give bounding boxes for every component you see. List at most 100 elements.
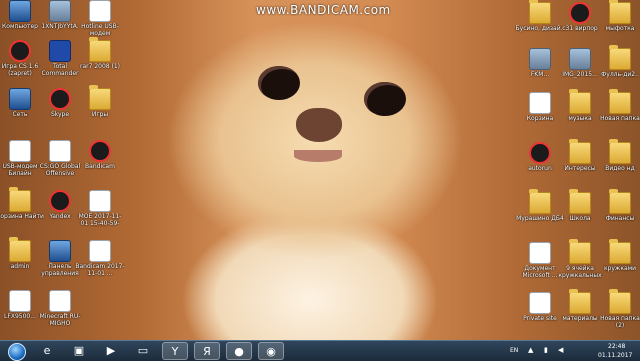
video-file-icon <box>89 190 111 212</box>
bandicam-record-icon: ● <box>234 345 244 358</box>
start-button[interactable] <box>4 342 30 361</box>
document-icon <box>529 242 551 264</box>
desktop-icon-label: Новая папка <box>600 115 640 122</box>
clock-date[interactable]: 01.11.2017 <box>598 352 632 359</box>
yandex-icon: Я <box>203 345 211 358</box>
folder-icon <box>569 139 591 164</box>
tray-arrow-icon[interactable]: ▲ <box>528 346 533 354</box>
skype-icon <box>49 88 71 110</box>
desktop-icon-video2[interactable]: Bandicam 2017-11-01 ... <box>75 240 125 284</box>
taskbar-bandicam-button[interactable]: ● <box>226 342 252 360</box>
counter-strike-icon: ◉ <box>266 345 276 358</box>
desktop-icon-label: Финансы <box>605 215 635 222</box>
desktop-icon-games-folder[interactable]: Игры <box>75 85 125 132</box>
taskbar-yandex2-button[interactable]: Я <box>194 342 220 360</box>
desktop-icon-label: мыфотка <box>605 25 635 32</box>
taskbar: e ▣ ▶ ▭ Y Я ● ◉ EN ▲ ▮ ◀ 22:48 01.11.2017 <box>0 340 640 361</box>
desktop-icon-r-folder1[interactable]: Фулль-ди2.. <box>595 45 640 92</box>
network-icon <box>9 88 31 110</box>
dog-right-eye <box>364 82 406 116</box>
desktop-icon-r-folder8[interactable]: кружками <box>595 239 640 286</box>
network-tray-icon[interactable]: ▮ <box>544 346 548 354</box>
taskbar-cs-button[interactable]: ◉ <box>258 342 284 360</box>
computer-icon <box>9 0 31 22</box>
taskbar-media-button[interactable]: ▶ <box>98 342 124 360</box>
taskbar-explorer-button[interactable]: ▣ <box>66 342 92 360</box>
counter-strike-icon <box>9 40 31 62</box>
folder-icon <box>569 289 591 314</box>
image-file-icon <box>49 0 71 22</box>
recycle-bin-icon <box>529 92 551 114</box>
language-indicator[interactable]: EN <box>510 347 518 354</box>
video-file-icon <box>89 240 111 262</box>
desktop-icon-minecraft[interactable]: Minecraft RU-MIGHO <box>35 290 85 334</box>
desktop-icon-label: Bandicam 2017-11-01 ... <box>75 263 125 277</box>
floppy-disk-icon <box>49 40 71 62</box>
desktop-icon-video1[interactable]: МОЁ 2017-11-01 15-40-59-869 <box>75 190 125 234</box>
csgo-icon <box>49 140 71 162</box>
folder-icon <box>529 0 551 24</box>
folder-icon <box>9 187 31 212</box>
desktop-icon-label: rar7 2008 (1) <box>79 63 120 70</box>
folder-icon <box>609 89 631 114</box>
folder-icon <box>569 189 591 214</box>
channel-four-icon <box>529 142 551 164</box>
system-tray: EN ▲ ▮ ◀ 22:48 01.11.2017 <box>500 341 640 361</box>
image-file-icon <box>529 48 551 70</box>
media-player-icon: ▶ <box>106 344 116 357</box>
desktop-icon-rar[interactable]: rar7 2008 (1) <box>75 37 125 84</box>
desktop-icon-r-folder6[interactable]: Финансы <box>595 189 640 236</box>
desktop-icon-label: Новая папка (2) <box>600 315 640 329</box>
dog-mouth <box>294 150 342 162</box>
folder-icon <box>609 45 631 70</box>
dog-left-eye <box>258 66 300 100</box>
desktop-icon-bandicam[interactable]: Bandicam <box>75 140 125 184</box>
desktop-icon-label: Игры <box>91 111 109 118</box>
desktop-icon-label: кружками <box>603 265 637 272</box>
file-explorer-icon: ▣ <box>73 344 85 357</box>
desktop-icon-label: МОЁ 2017-11-01 15-40-59-869 <box>78 213 122 227</box>
yandex-browser-icon: Y <box>171 345 179 358</box>
folder-icon: ▭ <box>137 344 149 357</box>
desktop-icon-label: Minecraft RU-MIGHO <box>39 313 81 327</box>
folder-icon <box>569 239 591 264</box>
desktop-icon-r-folder10[interactable]: Новая папка (2) <box>595 289 640 336</box>
bandicam-watermark: www.BANDICAM.com <box>256 3 391 17</box>
desktop-icon-r-folder3[interactable]: Видео нд <box>595 139 640 186</box>
folder-icon <box>9 237 31 262</box>
windows-logo-icon <box>8 343 26 361</box>
desktop-icon-label: Видео нд <box>605 165 635 172</box>
folder-icon <box>609 0 631 24</box>
desktop-icon-r-new[interactable]: Новая папка <box>595 89 640 136</box>
folder-icon <box>89 85 111 110</box>
image-file-icon <box>569 48 591 70</box>
zip-icon <box>529 292 551 314</box>
control-panel-icon <box>49 240 71 262</box>
volume-tray-icon[interactable]: ◀ <box>558 346 563 354</box>
dog-nose <box>296 108 342 142</box>
desktop-icon-label: Hotline USB-модем <box>81 23 119 37</box>
taskbar-ie-button[interactable]: e <box>34 342 60 360</box>
usb-modem-icon <box>9 140 31 162</box>
desktop-icon-r-mice[interactable]: мыфотка <box>595 0 640 46</box>
desktop-icon-label: Bandicam <box>85 163 115 170</box>
desktop-icon-hotline[interactable]: Hotline USB-модем <box>75 0 125 44</box>
folder-icon <box>609 189 631 214</box>
taskbar-folder-button[interactable]: ▭ <box>130 342 156 360</box>
folder-icon <box>609 239 631 264</box>
folder-icon <box>569 89 591 114</box>
folder-icon <box>529 189 551 214</box>
taskbar-yandex-button[interactable]: Y <box>162 342 188 360</box>
internet-explorer-icon: e <box>43 344 51 357</box>
bandicam-icon <box>89 140 111 162</box>
camera-icon <box>569 2 591 24</box>
clock-time[interactable]: 22:48 <box>608 343 625 350</box>
minecraft-icon <box>49 290 71 312</box>
folder-icon <box>609 289 631 314</box>
archive-icon <box>89 37 111 62</box>
folder-icon <box>609 139 631 164</box>
modem-icon <box>89 0 111 22</box>
phone-icon <box>9 290 31 312</box>
desktop-icon-label: Фулль-ди2.. <box>601 71 639 78</box>
yandex-icon <box>49 190 71 212</box>
